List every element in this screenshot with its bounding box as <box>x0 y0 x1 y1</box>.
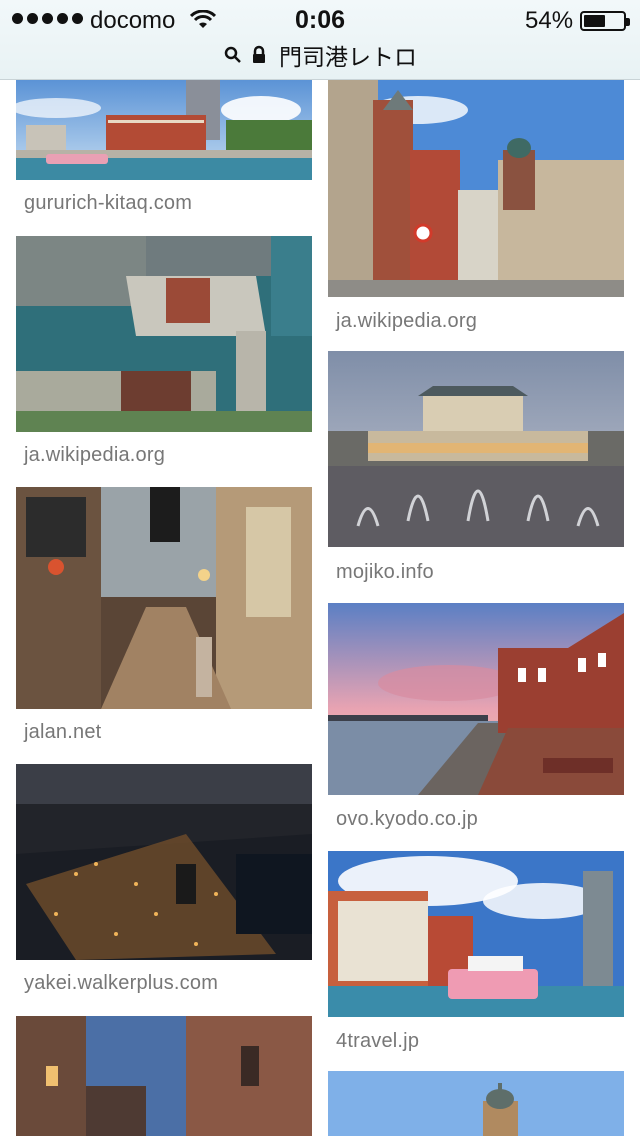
result-image[interactable] <box>16 1016 312 1136</box>
result-source[interactable]: gururich-kitaq.com <box>24 192 192 215</box>
sunset-promenade-photo-icon <box>328 603 624 795</box>
station-fountain-photo-icon <box>328 351 624 547</box>
result-source[interactable]: ja.wikipedia.org <box>24 444 165 467</box>
aerial-harbor-photo-icon <box>16 236 312 432</box>
result-image[interactable] <box>328 851 624 1017</box>
result-image[interactable] <box>16 487 312 709</box>
result-image[interactable] <box>328 1071 624 1136</box>
pier-boat-photo-icon <box>328 851 624 1017</box>
result-image[interactable] <box>16 236 312 432</box>
result-source[interactable]: jalan.net <box>24 721 101 744</box>
night-view-photo-icon <box>16 764 312 960</box>
result-image[interactable] <box>328 351 624 547</box>
retro-street-photo-icon <box>16 487 312 709</box>
result-source[interactable]: 4travel.jp <box>336 1030 419 1053</box>
result-source[interactable]: mojiko.info <box>336 561 434 584</box>
battery-icon <box>580 11 630 31</box>
address-text: 門司港レトロ <box>279 44 417 70</box>
result-image[interactable] <box>328 603 624 795</box>
tower-photo-icon <box>328 1071 624 1136</box>
search-icon <box>224 46 241 63</box>
result-image[interactable] <box>16 80 312 180</box>
battery-percent: 54% <box>525 7 574 34</box>
browser-top-bar: docomo 0:06 54% 門司港レトロ <box>0 0 640 80</box>
address-bar[interactable]: 門司港レトロ <box>0 40 640 70</box>
brick-street-photo-icon <box>328 80 624 297</box>
status-bar: docomo 0:06 54% <box>0 0 640 40</box>
building-dusk-photo-icon <box>16 1016 312 1136</box>
result-source[interactable]: ovo.kyodo.co.jp <box>336 808 478 831</box>
lock-icon <box>253 45 265 63</box>
result-image[interactable] <box>328 80 624 297</box>
result-image[interactable] <box>16 764 312 960</box>
harbor-photo-icon <box>16 80 312 180</box>
result-source[interactable]: ja.wikipedia.org <box>336 310 477 333</box>
result-source[interactable]: yakei.walkerplus.com <box>24 972 218 995</box>
